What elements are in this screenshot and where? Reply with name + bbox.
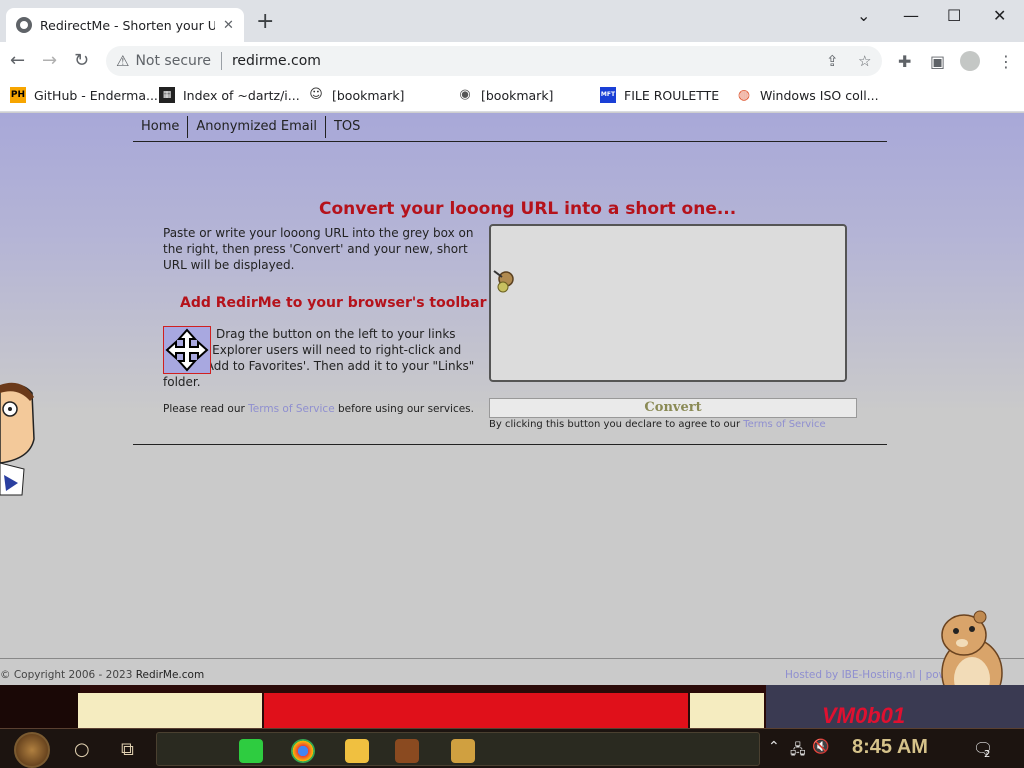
chrome-icon[interactable] — [291, 739, 315, 763]
address-bar[interactable]: ⚠ Not secure redirme.com — [106, 46, 882, 76]
new-tab-button[interactable]: + — [256, 11, 274, 33]
wallpaper-shape — [264, 693, 688, 728]
bookmark-favicon-icon: ◍ — [737, 87, 751, 103]
tab-title: RedirectMe - Shorten your URL — [40, 17, 215, 33]
wallpaper-shape — [690, 693, 764, 728]
forward-icon[interactable]: → — [42, 50, 57, 71]
reload-icon[interactable]: ↻ — [74, 50, 89, 71]
volume-muted-icon[interactable]: 🔇 — [812, 739, 829, 755]
site-name: RedirMe.com — [135, 669, 205, 681]
nav-email-link[interactable]: Anonymized Email — [188, 116, 326, 138]
divider — [220, 52, 222, 70]
drag-instructions: Drag the button on the left to your link… — [163, 327, 475, 389]
clock[interactable]: 8:45 AM — [852, 736, 928, 759]
bookmarklet-drag-button[interactable] — [163, 326, 211, 374]
title-bar: RedirectMe - Shorten your URL ✕ + ⌄ — ☐ … — [0, 0, 1024, 42]
browser-toolbar: ← → ↻ ⚠ Not secure redirme.com ⇪ ☆ ✚ ▣ ⋮ — [0, 42, 1024, 80]
url-text[interactable]: redirme.com — [232, 53, 321, 69]
back-icon[interactable]: ← — [10, 50, 25, 71]
nav-tos-link[interactable]: TOS — [326, 116, 368, 138]
network-icon[interactable]: 🖧 — [790, 739, 806, 763]
long-url-input[interactable] — [489, 224, 847, 382]
bookmark-favicon-icon: PH — [10, 87, 26, 103]
toolbar-subhead: Add RedirMe to your browser's toolbar — [180, 295, 487, 311]
tos-prefix: Please read our — [163, 403, 249, 415]
intro-text: Paste or write your looong URL into the … — [163, 226, 474, 272]
agreement-note: By clicking this button you declare to a… — [489, 419, 826, 430]
bookmark-item[interactable]: PH GitHub - Enderma... — [10, 87, 158, 103]
tos-suffix: before using our services. — [334, 403, 474, 415]
page-headline: Convert your looong URL into a short one… — [319, 199, 737, 219]
nav-home-link[interactable]: Home — [133, 116, 189, 138]
bookmark-item[interactable]: ◍ Windows ISO coll... — [736, 87, 879, 103]
bookmark-favicon-icon: ◉ — [459, 87, 471, 102]
search-circle-icon[interactable]: ○ — [74, 739, 90, 760]
page-content: Home Anonymized Email TOS Convert your l… — [0, 113, 1024, 708]
warning-icon[interactable]: ⚠ — [116, 52, 129, 70]
bookmark-label: Index of ~dartz/i... — [183, 87, 300, 103]
extensions-icon[interactable]: ✚ — [898, 52, 911, 71]
file-explorer-icon[interactable] — [345, 739, 369, 763]
taskbar-apps — [156, 732, 760, 766]
cartoon-character-image — [0, 382, 35, 496]
bookmark-favicon-icon: ▦ — [159, 87, 175, 103]
wallpaper-logo: VM0b01 — [822, 703, 906, 728]
content-divider — [133, 444, 887, 445]
desktop-wallpaper: VM0b01 — [0, 685, 1024, 728]
tab-close-icon[interactable]: ✕ — [223, 18, 234, 33]
task-view-icon[interactable]: ⧉ — [121, 739, 134, 760]
start-button[interactable] — [14, 732, 50, 768]
tos-note: Please read our Terms of Service before … — [163, 403, 474, 415]
bookmark-item[interactable]: ☺ [bookmark] — [308, 87, 404, 103]
security-label[interactable]: Not secure — [135, 53, 211, 69]
agree-tos-link[interactable]: Terms of Service — [743, 419, 825, 430]
copyright-text: © Copyright 2006 - 2023 RedirMe.com — [0, 669, 204, 681]
taskbar: ○ ⧉ ⌃ 🖧 🔇 8:45 AM 🗨 2 — [0, 728, 1024, 768]
bookmark-favicon-icon: ☺ — [309, 87, 323, 102]
globe-icon — [16, 17, 32, 33]
animated-cursor-icon — [493, 270, 514, 293]
bookmark-favicon-icon: MFT — [600, 87, 616, 103]
hosted-by-link[interactable]: Hosted by IBE-Hosting.nl | pow — [785, 669, 947, 681]
bookmark-label: Windows ISO coll... — [760, 87, 879, 103]
notification-count: 2 — [984, 749, 991, 760]
tab-search-icon[interactable]: ⌄ — [857, 6, 870, 25]
browser-tab[interactable]: RedirectMe - Shorten your URL ✕ — [6, 8, 244, 42]
copyright-label: © Copyright 2006 - 2023 — [0, 669, 136, 681]
profile-avatar[interactable] — [960, 51, 980, 71]
bookmark-item[interactable]: ▦ Index of ~dartz/i... — [159, 87, 300, 103]
site-footer: © Copyright 2006 - 2023 RedirMe.com Host… — [0, 658, 1024, 685]
tos-link[interactable]: Terms of Service — [248, 403, 335, 415]
bookmark-star-icon[interactable]: ☆ — [858, 52, 871, 70]
bookmark-label: [bookmark] — [332, 87, 405, 103]
side-panel-icon[interactable]: ▣ — [930, 52, 945, 71]
bookmark-label: [bookmark] — [481, 87, 554, 103]
close-window-button[interactable]: ✕ — [993, 6, 1006, 25]
agree-prefix: By clicking this button you declare to a… — [489, 419, 744, 430]
convert-button[interactable]: Convert — [489, 398, 857, 418]
game-app-icon[interactable] — [395, 739, 419, 763]
bookmark-label: GitHub - Enderma... — [34, 87, 158, 103]
notes-app-icon[interactable] — [239, 739, 263, 763]
site-nav: Home Anonymized Email TOS — [133, 113, 887, 142]
share-icon[interactable]: ⇪ — [826, 52, 839, 70]
menu-icon[interactable]: ⋮ — [998, 52, 1014, 71]
image-app-icon[interactable] — [451, 739, 475, 763]
wallpaper-shape — [0, 685, 80, 728]
move-arrows-icon — [165, 328, 209, 372]
bookmarks-bar: PH GitHub - Enderma... ▦ Index of ~dartz… — [0, 80, 1024, 112]
bookmark-item[interactable]: MFT FILE ROULETTE — [600, 87, 719, 103]
bookmark-label: FILE ROULETTE — [624, 87, 720, 103]
tray-chevron-icon[interactable]: ⌃ — [768, 739, 780, 755]
bookmark-item[interactable]: ◉ [bookmark] — [457, 87, 553, 103]
wallpaper-shape — [78, 693, 262, 728]
minimize-button[interactable]: — — [903, 6, 919, 25]
maximize-button[interactable]: ☐ — [947, 6, 961, 25]
